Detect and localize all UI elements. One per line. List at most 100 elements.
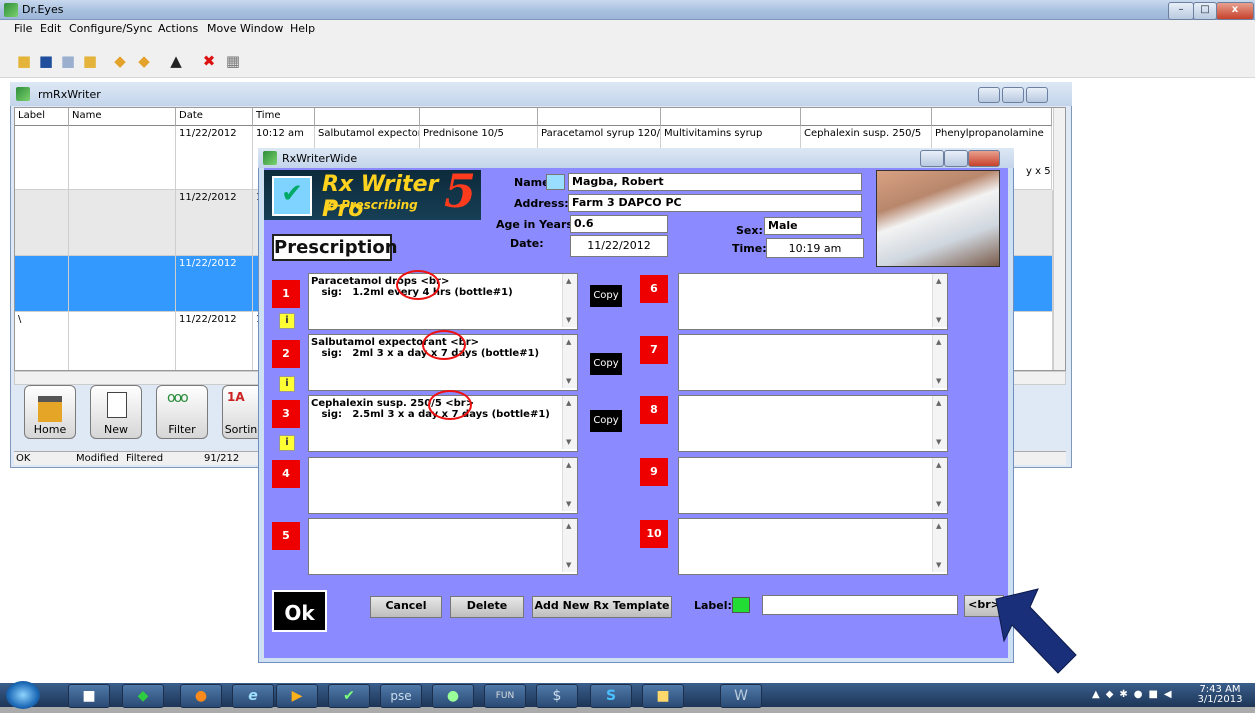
table-cell[interactable]: 11/22/2012 (176, 256, 253, 312)
fun-icon[interactable]: FUN (484, 684, 526, 708)
rx-maximize-button[interactable] (944, 150, 968, 167)
table-cell[interactable]: \ (15, 312, 69, 370)
rx-scrollbar-6[interactable]: ▲ ▼ (932, 274, 947, 327)
copy-button-1[interactable]: Copy (590, 285, 622, 307)
copy-button-3[interactable]: Copy (590, 410, 622, 432)
table-cell[interactable] (15, 256, 69, 312)
table-cell[interactable]: 11/22/2012 (176, 190, 253, 256)
patient-address-field[interactable]: Farm 3 DAPCO PC (568, 194, 862, 212)
word-icon[interactable]: W (720, 684, 762, 708)
home-button[interactable]: Home (24, 385, 76, 439)
table-cell[interactable] (69, 126, 176, 190)
rx-scrollbar-3[interactable]: ▲ ▼ (562, 396, 577, 449)
rx-number-7[interactable]: 7 (640, 336, 668, 364)
table-cell[interactable] (69, 190, 176, 256)
rx-info-icon-1[interactable]: i (279, 313, 295, 329)
col-header-time[interactable]: Time (253, 108, 315, 126)
prescription-time-field[interactable]: 10:19 am (766, 238, 864, 258)
cancel-button[interactable]: Cancel (370, 596, 442, 618)
media-icon[interactable]: ▶ (276, 684, 318, 708)
menu-configure-sync[interactable]: Configure/Sync (69, 22, 153, 35)
rx-scrollbar-9[interactable]: ▲ ▼ (932, 458, 947, 511)
patient-age-field[interactable]: 0.6 (570, 215, 668, 233)
print-icon[interactable]: ▲ (167, 52, 185, 70)
col-header-date[interactable]: Date (176, 108, 253, 126)
rx-close-button[interactable] (968, 150, 1000, 167)
rx-text-box-8[interactable]: ▲ ▼ (678, 395, 948, 452)
menu-help[interactable]: Help (290, 22, 315, 35)
name-color-tag[interactable] (546, 174, 565, 190)
delete-icon[interactable]: ✖ (200, 52, 218, 70)
start-button[interactable] (6, 681, 40, 709)
maximize-button[interactable]: □ (1193, 2, 1217, 20)
explorer-icon[interactable]: ■ (642, 684, 684, 708)
ok-button[interactable]: Ok (272, 590, 327, 632)
table-cell[interactable] (69, 256, 176, 312)
new-button[interactable]: New (90, 385, 142, 439)
add-new-rx-template-button[interactable]: Add New Rx Template (532, 596, 672, 618)
ie-icon[interactable]: e (232, 684, 274, 708)
minimize-button[interactable]: – (1168, 2, 1194, 20)
rx-number-1[interactable]: 1 (272, 280, 300, 308)
rx-scrollbar-7[interactable]: ▲ ▼ (932, 335, 947, 388)
table-cell[interactable] (15, 190, 69, 256)
col-header-c1[interactable] (315, 108, 420, 126)
rx-text-box-5[interactable]: ▲ ▼ (308, 518, 578, 575)
filter-button[interactable]: ooo Filter (156, 385, 208, 439)
close-button[interactable]: x (1216, 2, 1254, 20)
folder-icon[interactable]: ■ (68, 684, 110, 708)
menu-window[interactable]: Window (240, 22, 283, 35)
menu-actions[interactable]: Actions (158, 22, 198, 35)
rx-scrollbar-2[interactable]: ▲ ▼ (562, 335, 577, 388)
table-cell[interactable]: 11/22/2012 (176, 126, 253, 190)
label-color-swatch[interactable] (732, 597, 750, 613)
rm-minimize-button[interactable] (978, 87, 1000, 103)
rx-number-5[interactable]: 5 (272, 522, 300, 550)
rx-number-6[interactable]: 6 (640, 275, 668, 303)
save-icon[interactable]: ■ (37, 52, 55, 70)
patient-sex-field[interactable]: Male (764, 217, 862, 235)
system-tray-icons[interactable]: ▲◆✱●■◀ (1092, 689, 1182, 703)
col-header-c6[interactable] (932, 108, 1052, 126)
rx-number-9[interactable]: 9 (640, 458, 668, 486)
rx-text-box-9[interactable]: ▲ ▼ (678, 457, 948, 514)
open-folder-icon[interactable]: ◆ (111, 52, 129, 70)
col-header-label[interactable]: Label (15, 108, 69, 126)
rx-number-3[interactable]: 3 (272, 400, 300, 428)
rx-scrollbar-5[interactable]: ▲ ▼ (562, 519, 577, 572)
sorting-button[interactable]: 1A Sortin (222, 385, 259, 439)
vertical-scrollbar[interactable] (1053, 108, 1065, 370)
rx-text-box-6[interactable]: ▲ ▼ (678, 273, 948, 330)
menu-move[interactable]: Move (207, 22, 237, 35)
rxwriter-icon[interactable]: ✔ (328, 684, 370, 708)
taskbar-clock[interactable]: 7:43 AM 3/1/2013 (1190, 685, 1250, 707)
table-cell[interactable] (69, 312, 176, 370)
rx-text-box-10[interactable]: ▲ ▼ (678, 518, 948, 575)
menu-edit[interactable]: Edit (40, 22, 61, 35)
rm-maximize-button[interactable] (1002, 87, 1024, 103)
col-header-c4[interactable] (661, 108, 801, 126)
grid-icon[interactable]: ▦ (224, 52, 242, 70)
label-input[interactable] (762, 595, 958, 615)
col-header-c3[interactable] (538, 108, 661, 126)
rx-scrollbar-8[interactable]: ▲ ▼ (932, 396, 947, 449)
rx-scrollbar-4[interactable]: ▲ ▼ (562, 458, 577, 511)
delete-button[interactable]: Delete (450, 596, 524, 618)
rx-info-icon-2[interactable]: i (279, 376, 295, 392)
export-icon[interactable]: ◆ (135, 52, 153, 70)
rx-number-4[interactable]: 4 (272, 460, 300, 488)
table-cell[interactable]: 11/22/2012 (176, 312, 253, 370)
col-header-c2[interactable] (420, 108, 538, 126)
rx-number-10[interactable]: 10 (640, 520, 668, 548)
rm-close-button[interactable] (1026, 87, 1048, 103)
pse-icon[interactable]: pse (380, 684, 422, 708)
copy-button-2[interactable]: Copy (590, 353, 622, 375)
rx-info-icon-3[interactable]: i (279, 435, 295, 451)
col-header-c5[interactable] (801, 108, 932, 126)
rx-minimize-button[interactable] (920, 150, 944, 167)
app-icon[interactable]: ◆ (122, 684, 164, 708)
firefox-icon[interactable]: ● (180, 684, 222, 708)
notes-icon[interactable]: ■ (81, 52, 99, 70)
rx-text-box-7[interactable]: ▲ ▼ (678, 334, 948, 391)
user-icon[interactable]: ● (432, 684, 474, 708)
